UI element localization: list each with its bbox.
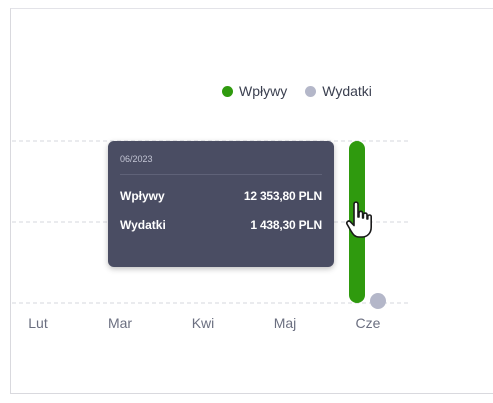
tooltip-divider	[120, 174, 322, 175]
tooltip-outflows-value: 1 438,30 PLN	[250, 218, 322, 232]
x-tick-label: Mar	[108, 315, 132, 331]
x-tick-label: Lut	[28, 315, 48, 331]
chart-tooltip: 06/2023 Wpływy 12 353,80 PLN Wydatki 1 4…	[108, 141, 334, 267]
tooltip-date: 06/2023	[120, 154, 153, 164]
tooltip-inflows-value: 12 353,80 PLN	[243, 189, 322, 203]
tooltip-row-outflows: Wydatki 1 438,30 PLN	[120, 218, 322, 232]
tooltip-outflows-label: Wydatki	[120, 218, 166, 232]
hand-pointer-icon	[345, 201, 372, 238]
tooltip-row-inflows: Wpływy 12 353,80 PLN	[120, 189, 322, 203]
x-tick-label: Kwi	[192, 315, 215, 331]
x-tick-label: Maj	[274, 315, 297, 331]
bar-outflows[interactable]	[370, 293, 386, 309]
x-tick-label: Cze	[356, 315, 381, 331]
tooltip-inflows-label: Wpływy	[120, 189, 165, 203]
